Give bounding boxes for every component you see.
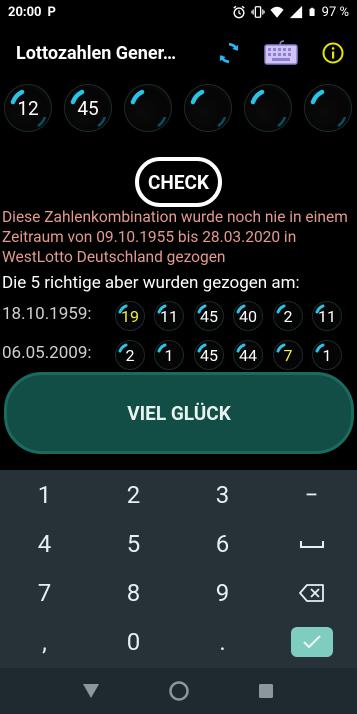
- app-title: Lottozahlen Gener…: [16, 42, 177, 64]
- draw-number-ball: 1: [312, 340, 342, 370]
- refresh-icon: [219, 43, 239, 63]
- key-8[interactable]: 8: [89, 568, 178, 617]
- wifi-icon: [270, 6, 284, 18]
- selected-numbers-row: 12 45: [4, 84, 354, 136]
- refresh-button[interactable]: [212, 36, 246, 70]
- space-icon: [299, 540, 324, 548]
- key-3[interactable]: 3: [178, 470, 267, 519]
- draw-number-ball: 45: [194, 301, 224, 331]
- nav-home-button[interactable]: [166, 678, 192, 704]
- key-9[interactable]: 9: [178, 568, 267, 617]
- key-1[interactable]: 1: [0, 470, 89, 519]
- checkmark-icon: [302, 634, 321, 649]
- status-time: 20:00: [8, 4, 42, 20]
- key-space[interactable]: [267, 519, 356, 568]
- ball-highlight-arc: [130, 89, 167, 128]
- ball-highlight-arc: [190, 89, 227, 128]
- viel-glueck-button[interactable]: VIEL GLÜCK: [4, 372, 354, 454]
- signal-icon: [289, 5, 302, 19]
- status-icons: 97 %: [232, 5, 349, 20]
- draw-number-ball: 19: [115, 301, 145, 331]
- key-4[interactable]: 4: [0, 519, 89, 568]
- nav-recents-button[interactable]: [253, 678, 279, 704]
- key-period[interactable]: .: [178, 617, 267, 666]
- system-nav-bar: [0, 668, 357, 714]
- draw-number-ball: 11: [154, 301, 184, 331]
- number-ball-1[interactable]: 12: [4, 84, 52, 132]
- recents-square-icon: [259, 684, 273, 698]
- five-correct-heading: Die 5 richtige aber wurden gezogen am:: [2, 273, 300, 293]
- nav-back-button[interactable]: [78, 678, 104, 704]
- key-done[interactable]: [267, 617, 356, 666]
- key-6[interactable]: 6: [178, 519, 267, 568]
- keyboard-icon: [264, 40, 298, 65]
- ball-highlight-arc: [310, 89, 347, 128]
- key-comma[interactable]: ,: [0, 617, 89, 666]
- battery-percentage: 97 %: [321, 4, 349, 20]
- number-ball-4[interactable]: [184, 84, 232, 132]
- info-button[interactable]: [316, 36, 350, 70]
- vibrate-icon: [250, 6, 265, 18]
- keyboard-toggle-button[interactable]: [262, 36, 300, 70]
- draw-number-ball: 40: [233, 301, 263, 331]
- back-triangle-icon: [83, 684, 99, 698]
- home-circle-icon: [169, 681, 189, 701]
- app-bar: Lottozahlen Gener…: [0, 24, 357, 82]
- ball-highlight-arc: [250, 89, 287, 128]
- draw-row-1: 18.10.1959: 19 11 45 40 2 11: [0, 301, 357, 331]
- done-key-background: [290, 626, 333, 657]
- app-notification-icon: P: [47, 4, 56, 20]
- draw-number-ball: 11: [312, 301, 342, 331]
- battery-icon: [309, 7, 315, 16]
- draw-number-ball: 44: [233, 340, 263, 370]
- backspace-icon: [298, 583, 324, 602]
- key-backspace[interactable]: [267, 568, 356, 617]
- ball-number: 12: [17, 96, 39, 120]
- key-5[interactable]: 5: [89, 519, 178, 568]
- number-ball-6[interactable]: [304, 84, 352, 132]
- draw-row-2: 06.05.2009: 2 1 45 44 7 1: [0, 340, 357, 370]
- number-ball-3[interactable]: [124, 84, 172, 132]
- result-info-text: Diese Zahlenkombination wurde noch nie i…: [2, 208, 348, 266]
- draw-date: 06.05.2009:: [2, 343, 92, 363]
- key-minus[interactable]: −: [267, 470, 356, 519]
- number-ball-5[interactable]: [244, 84, 292, 132]
- alarm-icon: [232, 5, 245, 19]
- status-bar: 20:00 P 97 %: [0, 0, 357, 24]
- draw-number-ball: 45: [194, 340, 224, 370]
- key-0[interactable]: 0: [89, 617, 178, 666]
- ball-number: 45: [77, 96, 99, 120]
- number-ball-2[interactable]: 45: [64, 84, 112, 132]
- info-icon: [322, 42, 344, 64]
- draw-date: 18.10.1959:: [2, 304, 92, 324]
- draw-number-ball: 2: [273, 301, 303, 331]
- key-7[interactable]: 7: [0, 568, 89, 617]
- draw-number-ball: 7: [273, 340, 303, 370]
- draw-number-ball: 1: [154, 340, 184, 370]
- numeric-keyboard: 1 2 3 − 4 5 6 7 8 9 , 0 .: [0, 470, 357, 668]
- check-button[interactable]: CHECK: [135, 157, 222, 207]
- draw-number-ball: 2: [115, 340, 145, 370]
- key-2[interactable]: 2: [89, 470, 178, 519]
